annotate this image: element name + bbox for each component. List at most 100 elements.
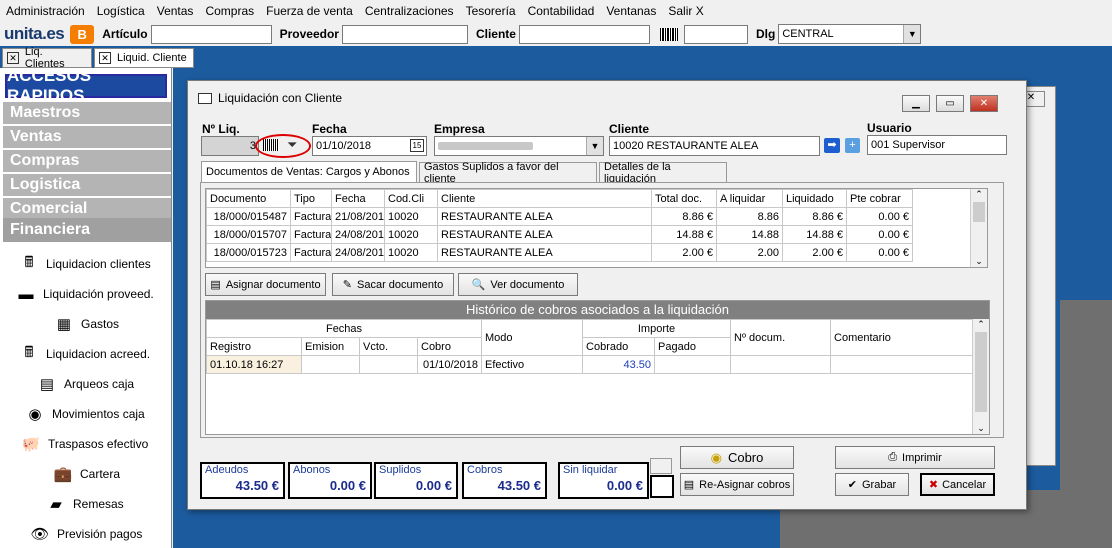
arrow-right-icon[interactable]: ➡ (824, 138, 840, 153)
col-comentario[interactable]: Comentario (830, 319, 974, 356)
table-row[interactable]: 18/000/015707 Factura 24/08/2018 10020 R… (206, 225, 913, 244)
menu-centralizaciones[interactable]: Centralizaciones (365, 4, 454, 18)
menu-compras[interactable]: Compras (205, 4, 254, 18)
section-logistica[interactable]: Logistica (3, 174, 171, 196)
sidebar-item-liquidacion-clientes[interactable]: 🖩 Liquidacion clientes (18, 253, 150, 274)
imprimir-button[interactable]: ⎙ Imprimir (835, 446, 995, 469)
col-tipo[interactable]: Tipo (290, 189, 332, 208)
empresa-select[interactable]: ▼ (434, 136, 604, 156)
sidebar-item-label: Traspasos efectivo (48, 437, 149, 451)
tab-gastos-suplidos[interactable]: Gastos Suplidos a favor del cliente (419, 161, 597, 185)
sidebar-item-remesas[interactable]: ▰ Remesas (45, 494, 123, 514)
col-pte-cobrar[interactable]: Pte cobrar (846, 189, 913, 208)
col-pagado[interactable]: Pagado (654, 337, 732, 356)
calendar-icon[interactable]: 15 (410, 139, 424, 152)
section-financiera[interactable]: Financiera (3, 218, 171, 242)
desktop-shadow (1060, 300, 1112, 548)
proveedor-input[interactable] (341, 24, 468, 44)
table-row[interactable]: 18/000/015723 Factura 24/08/2018 10020 R… (206, 243, 913, 262)
tab-liq-clientes[interactable]: ✕ Liq. Clientes (2, 46, 92, 70)
menu-contabilidad[interactable]: Contabilidad (528, 4, 595, 18)
col-ndocum[interactable]: Nº docum. (730, 319, 832, 356)
blogger-icon[interactable]: B (70, 24, 95, 44)
historico-scrollbar[interactable]: ⌃ ⌄ (972, 319, 989, 434)
tab-documentos-ventas[interactable]: Documentos de Ventas: Cargos y Abonos (201, 161, 417, 182)
cliente-input[interactable] (518, 24, 650, 44)
chevron-down-icon[interactable]: ▼ (586, 137, 603, 155)
sidebar-item-liquidacion-proveed[interactable]: ▬ Liquidación proveed. (15, 284, 154, 304)
cancelar-button[interactable]: ✖ Cancelar (920, 473, 995, 496)
chevron-up-icon[interactable]: ⌃ (973, 319, 989, 330)
section-ventas[interactable]: Ventas (3, 126, 171, 148)
dlg-select[interactable]: CENTRAL ▼ (778, 24, 922, 44)
plus-icon[interactable]: + (845, 138, 860, 153)
menu-logistica[interactable]: Logística (97, 4, 145, 18)
menu-fuerza-venta[interactable]: Fuerza de venta (266, 4, 353, 18)
chevron-down-icon[interactable]: ⌄ (973, 423, 989, 434)
barcode-input[interactable] (683, 24, 748, 44)
col-fecha[interactable]: Fecha (331, 189, 385, 208)
chevron-down-icon[interactable]: ⌄ (971, 256, 987, 267)
maximize-button[interactable]: ▭ (936, 95, 964, 112)
col-a-liquidar[interactable]: A liquidar (716, 189, 783, 208)
col-vcto[interactable]: Vcto. (359, 337, 418, 356)
sidebar-item-arqueos-caja[interactable]: ▤ Arqueos caja (36, 374, 134, 394)
coins-icon: ◉ (710, 449, 722, 465)
ver-documento-button[interactable]: 🔍 Ver documento (458, 273, 578, 296)
chevron-up-icon[interactable]: ⌃ (971, 189, 987, 200)
asignar-documento-button[interactable]: ▤ Asignar documento (205, 273, 326, 296)
section-maestros[interactable]: Maestros (3, 102, 171, 124)
col-emision[interactable]: Emision (301, 337, 360, 356)
reasignar-cobros-button[interactable]: ▤ Re-Asignar cobros (680, 473, 794, 496)
documents-scrollbar[interactable]: ⌃ ⌄ (970, 189, 987, 267)
scroll-thumb[interactable] (975, 332, 987, 412)
sidebar-item-liquidacion-acreed[interactable]: 🖩 Liquidacion acreed. (18, 344, 150, 364)
sidebar-item-movimientos-caja[interactable]: ◉ Movimientos caja (24, 404, 144, 424)
tab-detalles-liquidacion[interactable]: Detalles de la liquidación (599, 161, 727, 185)
close-icon[interactable]: ✕ (7, 52, 19, 64)
menu-tesoreria[interactable]: Tesorería (466, 4, 516, 18)
table-row[interactable]: 01.10.18 16:27 01/10/2018 Efectivo 43.50 (206, 355, 974, 374)
close-button[interactable]: ✕ (970, 95, 998, 112)
usuario-input[interactable]: 001 Supervisor (867, 135, 1007, 155)
col-cobrado[interactable]: Cobrado (582, 337, 656, 356)
table-row[interactable]: 18/000/015487 Factura 21/08/2018 10020 R… (206, 207, 913, 226)
col-registro[interactable]: Registro (206, 337, 302, 356)
grabar-button[interactable]: ✔ Grabar (835, 473, 909, 496)
cliente-input[interactable]: 10020 RESTAURANTE ALEA (609, 136, 820, 156)
sacar-documento-button[interactable]: ✎ Sacar documento (332, 273, 454, 296)
menu-administracion[interactable]: Administración (6, 4, 85, 18)
col-liquidado[interactable]: Liquidado (782, 189, 847, 208)
window-titlebar: Liquidación con Cliente (188, 81, 1026, 115)
menu-ventas[interactable]: Ventas (157, 4, 194, 18)
col-cobro[interactable]: Cobro (416, 337, 483, 356)
empresa-label: Empresa (434, 122, 485, 136)
scroll-thumb[interactable] (973, 202, 985, 222)
col-modo[interactable]: Modo (481, 319, 584, 356)
col-cliente[interactable]: Cliente (437, 189, 652, 208)
cell-cobro: 01/10/2018 (416, 355, 483, 374)
barcode-icon[interactable] (659, 27, 678, 41)
section-comercial[interactable]: Comercial (3, 198, 171, 220)
articulo-input[interactable] (150, 24, 272, 44)
sidebar-item-cartera[interactable]: 💼 Cartera (52, 464, 120, 484)
chevron-down-icon[interactable]: ▼ (903, 25, 921, 43)
abonos-value: 0.00 € (329, 478, 366, 493)
menu-salir[interactable]: Salir X (668, 4, 703, 18)
col-total-doc[interactable]: Total doc. (651, 189, 717, 208)
section-compras[interactable]: Compras (3, 150, 171, 172)
menu-ventanas[interactable]: Ventanas (606, 4, 656, 18)
col-fechas[interactable]: Fechas (205, 319, 483, 338)
calculator-icon: 🖩 (24, 253, 34, 271)
nliq-input[interactable]: 3 (201, 136, 259, 156)
sidebar-item-traspasos-efectivo[interactable]: 🐖 Traspasos efectivo (20, 434, 149, 454)
col-importe[interactable]: Importe (582, 319, 732, 338)
cobro-button[interactable]: ◉ Cobro (680, 446, 794, 469)
col-codcli[interactable]: Cod.Cli (384, 189, 438, 208)
close-icon[interactable]: ✕ (99, 52, 111, 64)
tab-liquid-cliente[interactable]: ✕ Liquid. Cliente (94, 48, 194, 68)
sidebar-item-gastos[interactable]: ▦ Gastos (53, 314, 119, 334)
minimize-button[interactable]: ▁ (902, 95, 930, 112)
col-documento[interactable]: Documento (206, 189, 291, 208)
sidebar-item-prevision-pagos[interactable]: 👁 Previsión pagos (29, 524, 142, 544)
